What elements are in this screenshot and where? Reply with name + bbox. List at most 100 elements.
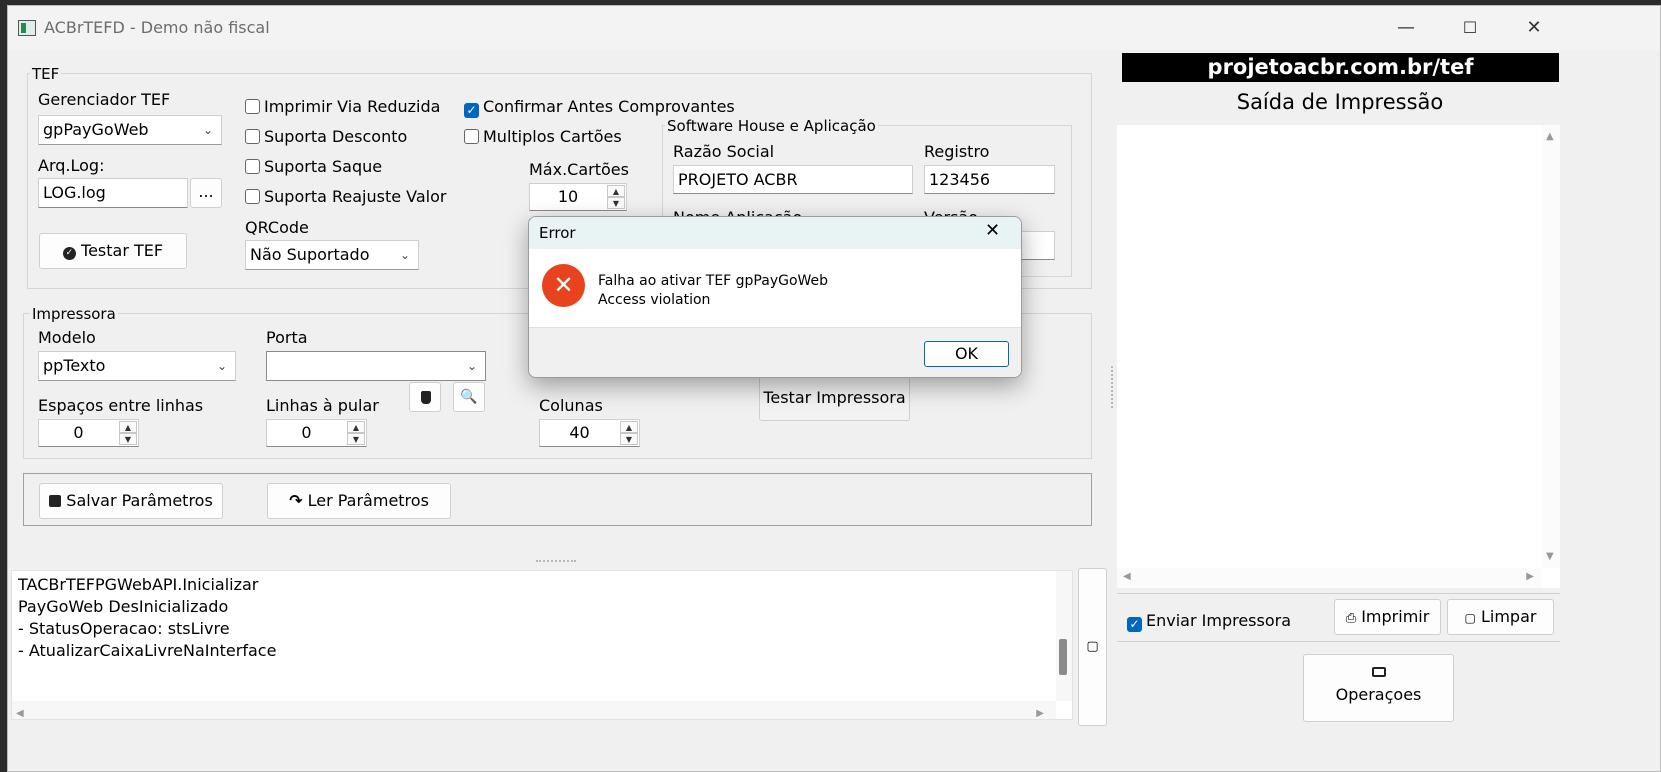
check-circle-icon: ✓ (62, 247, 76, 260)
opt-label: Suporta Saque (264, 157, 383, 176)
opt-suporta-saque[interactable]: Suporta Saque (245, 157, 382, 176)
vertical-splitter-grip[interactable] (1111, 366, 1113, 408)
log-memo[interactable]: TACBrTEFPGWebAPI.Inicializar PayGoWeb De… (11, 570, 1073, 720)
scroll-right-icon[interactable]: ▶ (1526, 571, 1534, 582)
opt-suporta-reajuste[interactable]: Suporta Reajuste Valor (245, 187, 446, 206)
colunas-spin[interactable]: 40 ▲ ▼ (539, 419, 640, 447)
log-line: - StatusOperacao: stsLivre (18, 619, 230, 638)
imprimir-button[interactable]: ⎙ Imprimir (1334, 599, 1441, 635)
testar-tef-label: Testar TEF (81, 241, 164, 260)
saida-hscroll[interactable]: ◀ ▶ (1117, 568, 1542, 588)
checkbox-unchecked (245, 129, 260, 144)
modelo-label: Modelo (38, 328, 96, 347)
checkbox-unchecked (245, 159, 260, 174)
eraser-icon: ▢ (1086, 639, 1099, 654)
checkbox-checked-icon: ✓ (464, 103, 479, 118)
log-vscroll[interactable] (1056, 571, 1072, 701)
scroll-right-icon[interactable]: ▶ (1036, 703, 1044, 725)
operacoes-label: Operaçoes (1335, 685, 1422, 704)
max-cartoes-label: Máx.Cartões (529, 160, 629, 179)
dialog-footer: OK (529, 327, 1021, 377)
arqlog-input[interactable]: LOG.log (38, 178, 188, 208)
razao-input[interactable]: PROJETO ACBR (673, 165, 913, 194)
gerenciador-label: Gerenciador TEF (38, 90, 171, 109)
ler-label: Ler Parâmetros (307, 491, 429, 510)
scroll-left-icon[interactable]: ◀ (16, 703, 24, 725)
qrcode-select[interactable]: Não Suportado ⌄ (245, 240, 419, 270)
title-bar[interactable]: ACBrTEFD - Demo não fiscal — ☐ ✕ (8, 6, 1660, 50)
testar-impressora-button[interactable]: Testar Impressora (759, 375, 910, 421)
spin-up-icon[interactable]: ▲ (620, 421, 638, 433)
ler-button[interactable]: ↷ Ler Parâmetros (267, 483, 451, 519)
spin-down-icon[interactable]: ▼ (119, 433, 137, 445)
modelo-select[interactable]: ppTexto ⌄ (38, 351, 236, 381)
opt-imprimir-via-reduzida[interactable]: Imprimir Via Reduzida (245, 97, 440, 116)
multiplos-checkbox[interactable]: Multiplos Cartões (464, 127, 622, 146)
espacos-value: 0 (73, 423, 84, 442)
saida-vscroll[interactable]: ▲ ▼ (1542, 125, 1560, 568)
confirmar-checkbox[interactable]: ✓ Confirmar Antes Comprovantes (464, 97, 735, 118)
horizontal-splitter[interactable] (536, 560, 576, 564)
close-button[interactable]: ✕ (1500, 6, 1568, 50)
log-line: PayGoWeb DesInicializado (18, 597, 229, 616)
redo-icon: ↷ (289, 491, 303, 510)
app-icon (18, 20, 36, 36)
testar-tef-button[interactable]: ✓ Testar TEF (39, 233, 187, 269)
espacos-spin[interactable]: 0 ▲ ▼ (38, 419, 139, 447)
saida-memo[interactable]: ▲ ▼ ◀ ▶ (1117, 125, 1560, 588)
tef-group-title: TEF (30, 65, 62, 83)
registro-label: Registro (924, 142, 990, 161)
main-window: ACBrTEFD - Demo não fiscal — ☐ ✕ TEF Ger… (7, 5, 1661, 772)
browse-button[interactable]: ... (190, 178, 222, 208)
multiplos-label: Multiplos Cartões (483, 127, 622, 146)
scroll-up-icon[interactable]: ▲ (1546, 131, 1554, 142)
printer-icon: ⎙ (1345, 611, 1357, 626)
limpar-label: Limpar (1480, 607, 1537, 626)
clear-log-button[interactable]: ▢ (1078, 568, 1107, 726)
spin-up-icon[interactable]: ▲ (119, 421, 137, 433)
spin-down-icon[interactable]: ▼ (607, 197, 625, 209)
drawer-icon (421, 391, 431, 404)
dialog-title-bar[interactable]: Error ✕ (529, 217, 1021, 249)
maximize-button[interactable]: ☐ (1436, 6, 1504, 50)
arqlog-label: Arq.Log: (38, 156, 105, 175)
linhas-label: Linhas à pular (266, 396, 379, 415)
search-port-button[interactable]: 🔍 (453, 382, 485, 412)
log-hscroll[interactable]: ◀ ▶ (12, 701, 1056, 719)
limpar-button[interactable]: ▢ Limpar (1447, 599, 1554, 635)
max-cartoes-spin[interactable]: 10 ▲ ▼ (529, 183, 627, 211)
gerenciador-select[interactable]: gpPayGoWeb ⌄ (38, 115, 222, 145)
porta-select[interactable]: ⌄ (266, 351, 486, 381)
scroll-down-icon[interactable]: ▼ (1546, 551, 1554, 562)
dialog-title: Error (539, 224, 576, 242)
enviar-impressora-checkbox[interactable]: ✓ Enviar Impressora (1127, 611, 1291, 632)
operacoes-button[interactable]: Operaçoes (1303, 654, 1454, 722)
spin-up-icon[interactable]: ▲ (607, 185, 625, 197)
software-house-title: Software House e Aplicação (665, 117, 878, 135)
printer-drawer-button[interactable] (409, 382, 441, 412)
gerenciador-value: gpPayGoWeb (43, 120, 149, 139)
log-vscroll-thumb[interactable] (1059, 639, 1067, 675)
credit-card-icon (1371, 667, 1386, 677)
salvar-button[interactable]: Salvar Parâmetros (39, 483, 223, 519)
spin-down-icon[interactable]: ▼ (347, 433, 365, 445)
dialog-close-icon[interactable]: ✕ (985, 220, 1000, 241)
spin-up-icon[interactable]: ▲ (347, 421, 365, 433)
opt-suporta-desconto[interactable]: Suporta Desconto (245, 127, 407, 146)
opt-label: Imprimir Via Reduzida (264, 97, 441, 116)
linhas-spin[interactable]: 0 ▲ ▼ (266, 419, 367, 447)
minimize-button[interactable]: — (1372, 6, 1440, 50)
razao-label: Razão Social (673, 142, 775, 161)
registro-input[interactable]: 123456 (924, 165, 1055, 194)
checkbox-unchecked (245, 189, 260, 204)
dialog-message-line2: Access violation (598, 292, 711, 308)
checkbox-unchecked (245, 99, 260, 114)
search-icon: 🔍 (460, 389, 478, 405)
banner[interactable]: projetoacbr.com.br/tef (1122, 53, 1559, 82)
spin-down-icon[interactable]: ▼ (620, 433, 638, 445)
scroll-left-icon[interactable]: ◀ (1123, 571, 1131, 582)
chevron-down-icon: ⌄ (216, 359, 227, 373)
qrcode-label: QRCode (245, 218, 309, 237)
ok-button[interactable]: OK (924, 341, 1009, 367)
error-dialog: Error ✕ ✕ Falha ao ativar TEF gpPayGoWeb… (528, 216, 1022, 378)
